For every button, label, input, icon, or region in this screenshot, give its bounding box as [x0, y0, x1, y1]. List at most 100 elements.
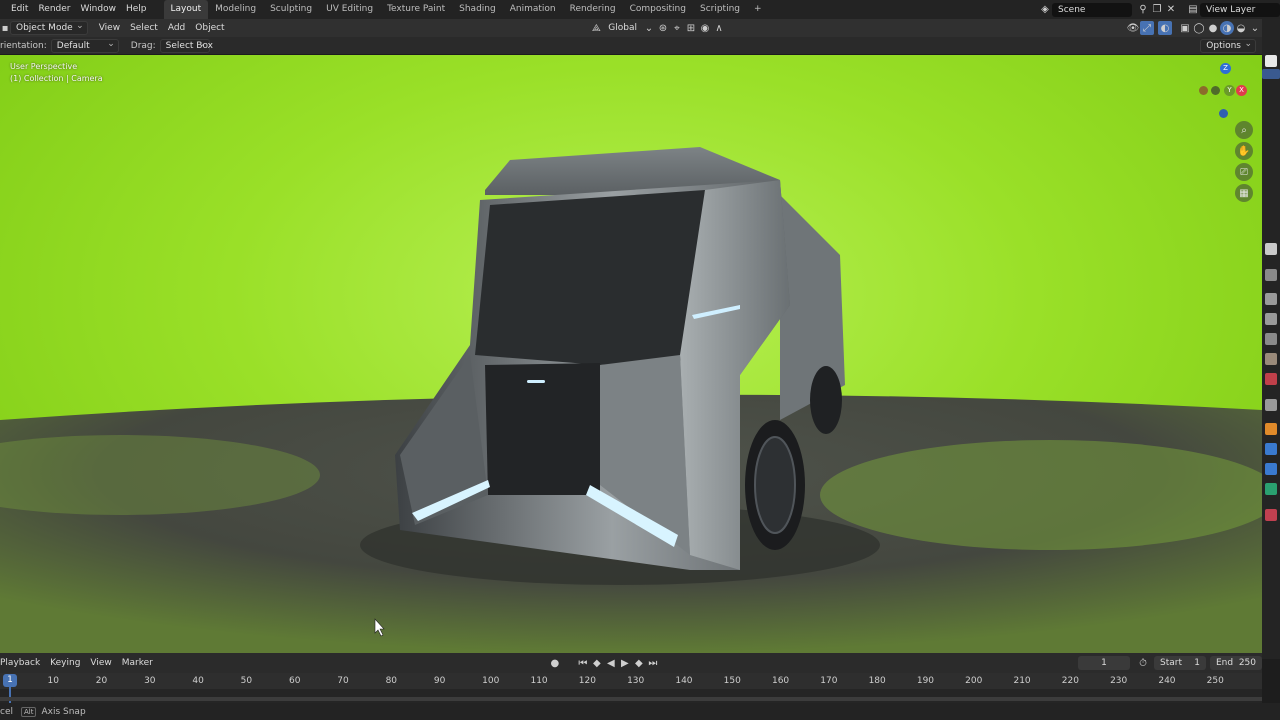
- gizmo-neg-y-axis[interactable]: [1211, 86, 1220, 95]
- xray-icon[interactable]: ▣: [1178, 21, 1192, 35]
- menu-render[interactable]: Render: [33, 0, 75, 19]
- snap-target-icon[interactable]: ⊞: [684, 21, 698, 35]
- gizmo-toggle-icon[interactable]: ⤢: [1140, 21, 1154, 35]
- navigation-gizmo[interactable]: Z Y X: [1196, 61, 1256, 121]
- workspace-tab-scripting[interactable]: Scripting: [693, 0, 747, 19]
- scene-icon[interactable]: ◈: [1038, 3, 1052, 17]
- jump-start-icon[interactable]: ⏮: [576, 656, 590, 670]
- scene-field[interactable]: Scene: [1052, 2, 1132, 17]
- gizmo-z-axis[interactable]: Z: [1220, 63, 1231, 74]
- snap-icon[interactable]: ⌖: [670, 21, 684, 35]
- gizmo-y-axis[interactable]: Y: [1224, 85, 1235, 96]
- options-dropdown[interactable]: Options: [1200, 38, 1256, 53]
- header-menu-view[interactable]: View: [94, 19, 125, 37]
- modifier-properties-icon[interactable]: [1265, 443, 1277, 455]
- object-properties-icon[interactable]: [1265, 423, 1277, 435]
- editor-type-icon-right[interactable]: [1265, 243, 1277, 255]
- play-reverse-icon[interactable]: ◀: [604, 656, 618, 670]
- end-frame-field[interactable]: End 250: [1210, 656, 1262, 670]
- camera-view-icon[interactable]: ⎚: [1235, 163, 1253, 181]
- render-properties-icon[interactable]: [1265, 293, 1277, 305]
- shading-options-icon[interactable]: ⌄: [1248, 21, 1262, 35]
- orientation-dropdown[interactable]: Default: [50, 38, 119, 53]
- timeline-playhead[interactable]: 1: [3, 674, 17, 687]
- stopwatch-icon[interactable]: ⏱: [1136, 656, 1150, 670]
- pin-icon[interactable]: ⚲: [1136, 3, 1150, 17]
- workspace-tab-sculpting[interactable]: Sculpting: [263, 0, 319, 19]
- workspace-tab-shading[interactable]: Shading: [452, 0, 503, 19]
- current-frame-field[interactable]: 1: [1078, 656, 1130, 670]
- add-workspace-button[interactable]: +: [747, 0, 769, 19]
- jump-keyframe-back-icon[interactable]: ◆: [590, 656, 604, 670]
- material-shading-icon[interactable]: ◑: [1220, 21, 1234, 35]
- light-center: [527, 380, 545, 383]
- record-icon[interactable]: ●: [548, 656, 562, 670]
- gizmo-neg-z-axis[interactable]: [1219, 109, 1228, 118]
- timeline-tick-label: 20: [95, 676, 108, 686]
- rendered-shading-icon[interactable]: ◒: [1234, 21, 1248, 35]
- timeline-menu-keying[interactable]: Keying: [45, 658, 85, 668]
- workspace-tab-rendering[interactable]: Rendering: [563, 0, 623, 19]
- jump-end-icon[interactable]: ⏭: [646, 656, 660, 670]
- view-layer-field[interactable]: View Layer: [1200, 2, 1280, 17]
- workspace-tab-layout[interactable]: Layout: [163, 0, 209, 19]
- new-scene-icon[interactable]: ❐: [1150, 3, 1164, 17]
- outliner-highlight: [1262, 69, 1280, 79]
- timeline-menu-marker[interactable]: Marker: [117, 658, 158, 668]
- outliner-checkbox-icon[interactable]: [1265, 55, 1277, 67]
- menu-window[interactable]: Window: [75, 0, 121, 19]
- start-frame-field[interactable]: Start 1: [1154, 656, 1206, 670]
- menu-edit[interactable]: Edit: [6, 0, 33, 19]
- status-bar: cel Alt Axis Snap: [0, 703, 1280, 720]
- transform-orientation-dropdown[interactable]: Global: [603, 19, 642, 37]
- collection-properties-icon[interactable]: [1265, 399, 1277, 411]
- workspace-tab-texture-paint[interactable]: Texture Paint: [380, 0, 452, 19]
- close-scene-icon[interactable]: ✕: [1164, 3, 1178, 17]
- output-properties-icon[interactable]: [1265, 313, 1277, 325]
- menu-help[interactable]: Help: [121, 0, 152, 19]
- gizmo-neg-x-axis[interactable]: [1199, 86, 1208, 95]
- overlay-toggle-icon[interactable]: ◐: [1158, 21, 1172, 35]
- timeline-scrollbar[interactable]: [0, 697, 1262, 701]
- workspace-tab-modeling[interactable]: Modeling: [208, 0, 263, 19]
- physics-properties-icon[interactable]: [1265, 463, 1277, 475]
- perspective-grid-icon[interactable]: ▦: [1235, 184, 1253, 202]
- texture-properties-icon[interactable]: [1265, 509, 1277, 521]
- transform-orientation-icon[interactable]: ⟁: [589, 21, 603, 35]
- timeline-menu-view[interactable]: View: [85, 658, 116, 668]
- world-properties-icon[interactable]: [1265, 373, 1277, 385]
- timeline-menu-playback[interactable]: Playback: [0, 658, 45, 668]
- pivot-point-icon[interactable]: ⊛: [656, 21, 670, 35]
- jump-keyframe-forward-icon[interactable]: ◆: [632, 656, 646, 670]
- workspace-tab-uv-editing[interactable]: UV Editing: [319, 0, 380, 19]
- header-menu-object[interactable]: Object: [190, 19, 229, 37]
- drag-dropdown[interactable]: Select Box: [159, 38, 213, 53]
- solid-shading-icon[interactable]: ●: [1206, 21, 1220, 35]
- editor-type-icon[interactable]: ▪: [0, 21, 10, 35]
- timeline-scrubber[interactable]: 1 10 20 30 40 50 60 70 80 90 100 110 120 130 140 150 16…: [0, 673, 1262, 703]
- workspace-tab-animation[interactable]: Animation: [503, 0, 563, 19]
- falloff-icon[interactable]: ∧: [712, 21, 726, 35]
- timeline-tick-label: 90: [433, 676, 446, 686]
- header-menu-add[interactable]: Add: [163, 19, 190, 37]
- 3d-viewport[interactable]: User Perspective (1) Collection | Camera…: [0, 55, 1262, 653]
- tool-properties-icon[interactable]: [1265, 269, 1277, 281]
- object-data-properties-icon[interactable]: [1265, 483, 1277, 495]
- play-icon[interactable]: ▶: [618, 656, 632, 670]
- properties-tab-column: [1262, 19, 1280, 659]
- workspace-tab-compositing[interactable]: Compositing: [623, 0, 693, 19]
- timeline-tick-label: 200: [965, 676, 983, 686]
- timeline-tick-label: 180: [868, 676, 886, 686]
- proportional-editing-icon[interactable]: ◉: [698, 21, 712, 35]
- chevron-down-icon[interactable]: ⌄: [642, 21, 656, 35]
- view-layer-icon[interactable]: ▤: [1186, 3, 1200, 17]
- header-menu-select[interactable]: Select: [125, 19, 163, 37]
- pan-hand-icon[interactable]: ✋: [1235, 142, 1253, 160]
- object-mode-dropdown[interactable]: Object Mode: [10, 20, 88, 35]
- gizmo-x-axis[interactable]: X: [1236, 85, 1247, 96]
- wireframe-shading-icon[interactable]: ◯: [1192, 21, 1206, 35]
- view-layer-properties-icon[interactable]: [1265, 333, 1277, 345]
- scene-properties-icon[interactable]: [1265, 353, 1277, 365]
- visibility-icon[interactable]: 👁: [1126, 21, 1140, 35]
- zoom-icon[interactable]: ⌕: [1235, 121, 1253, 139]
